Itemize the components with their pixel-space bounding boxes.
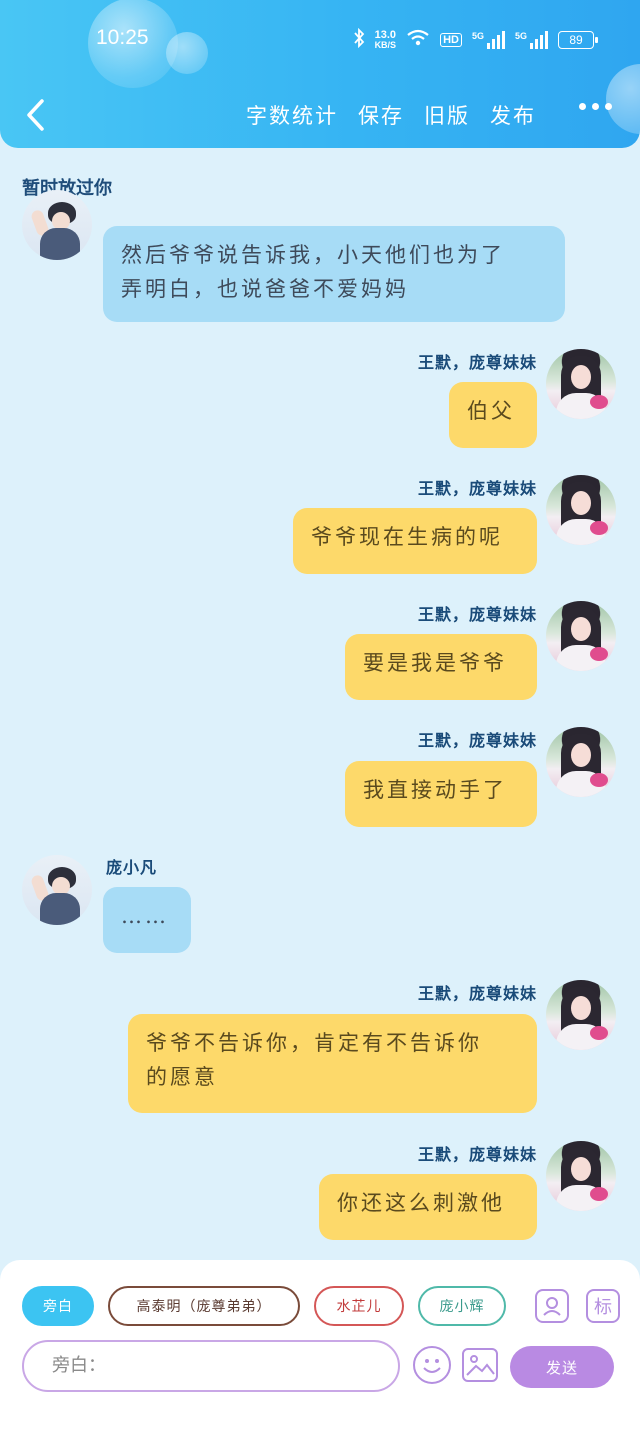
message-bubble[interactable]: 我直接动手了	[345, 761, 537, 827]
battery-icon: 89	[558, 30, 598, 49]
bluetooth-icon	[353, 27, 365, 51]
message-bubble[interactable]: ……	[103, 887, 191, 953]
more-menu-button[interactable]	[579, 103, 612, 110]
net-speed-unit: KB/S	[374, 39, 397, 50]
message-text-line: 你还这么刺激他	[337, 1191, 505, 1215]
publish-button[interactable]: 发布	[490, 100, 536, 130]
tag-button-label: 标	[594, 1297, 612, 1318]
sender-name: 王默，庞尊妹妹	[417, 731, 537, 750]
tag-button[interactable]: 标	[586, 1289, 620, 1323]
net-speed-value: 13.0	[374, 28, 397, 41]
message-text-line: 我直接动手了	[363, 778, 507, 802]
message-bubble[interactable]: 爷爷现在生病的呢	[293, 508, 537, 574]
top-header: 10:25 13.0 KB/S HD 5G 5G 89 字数统计 保存 旧版 发…	[0, 0, 640, 148]
signal-sim1-icon: 5G	[471, 30, 505, 49]
dot-icon	[592, 103, 599, 110]
image-button[interactable]	[462, 1348, 498, 1382]
message-text-line: 的愿意	[146, 1065, 218, 1089]
nav-bar: 字数统计 保存 旧版 发布	[0, 98, 640, 134]
sender-name: 庞小凡	[106, 858, 158, 877]
message-bubble[interactable]: 伯父	[449, 382, 537, 448]
avatar[interactable]	[22, 855, 92, 925]
sender-name: 王默，庞尊妹妹	[417, 479, 537, 498]
sender-name: 王默，庞尊妹妹	[417, 984, 537, 1003]
status-icons: 13.0 KB/S HD 5G 5G 89	[353, 27, 598, 51]
save-button[interactable]: 保存	[358, 100, 404, 130]
send-button[interactable]: 发送	[510, 1346, 614, 1388]
sender-name: 王默，庞尊妹妹	[417, 1145, 537, 1164]
message-text-line: ……	[121, 904, 169, 928]
wifi-icon	[406, 29, 430, 50]
hd-badge: HD	[440, 32, 462, 47]
emoji-button[interactable]	[413, 1346, 451, 1384]
message-bubble[interactable]: 你还这么刺激他	[319, 1174, 537, 1240]
role-chip[interactable]: 水芷儿	[314, 1286, 404, 1326]
chevron-left-icon	[27, 99, 44, 131]
sender-name: 王默，庞尊妹妹	[417, 353, 537, 372]
role-chip-narration[interactable]: 旁白	[22, 1286, 94, 1326]
status-time: 10:25	[96, 26, 149, 49]
avatar[interactable]	[546, 601, 616, 671]
nav-actions: 字数统计 保存 旧版 发布	[246, 100, 536, 130]
role-chips: 旁白 高泰明（庞尊弟弟） 水芷儿 庞小辉	[22, 1286, 506, 1326]
avatar[interactable]	[546, 980, 616, 1050]
message-text-line: 爷爷不告诉你，肯定有不告诉你	[146, 1031, 482, 1055]
message-text-line: 然后爷爷说告诉我，小天他们也为了	[121, 243, 505, 267]
dot-icon	[579, 103, 586, 110]
status-bar: 10:25 13.0 KB/S HD 5G 5G 89	[0, 26, 640, 58]
word-count-button[interactable]: 字数统计	[246, 100, 338, 130]
composer-panel: 旁白 高泰明（庞尊弟弟） 水芷儿 庞小辉 标 旁白： 发送	[0, 1260, 640, 1429]
message-bubble[interactable]: 爷爷不告诉你，肯定有不告诉你 的愿意	[128, 1014, 537, 1113]
message-text-line: 要是我是爷爷	[363, 651, 507, 675]
old-version-button[interactable]: 旧版	[424, 100, 470, 130]
net-speed: 13.0 KB/S	[374, 28, 397, 50]
sim1-label: 5G	[471, 30, 484, 41]
smiley-icon	[423, 1359, 441, 1373]
message-text-line: 爷爷现在生病的呢	[311, 525, 503, 549]
dot-icon	[605, 103, 612, 110]
add-character-button[interactable]	[535, 1289, 569, 1323]
sim2-label: 5G	[514, 30, 527, 41]
image-icon	[466, 1355, 495, 1376]
message-bubble[interactable]: 然后爷爷说告诉我，小天他们也为了 弄明白，也说爸爸不爱妈妈	[103, 226, 565, 322]
sender-name: 王默，庞尊妹妹	[417, 605, 537, 624]
message-text-line: 弄明白，也说爸爸不爱妈妈	[121, 277, 409, 301]
avatar[interactable]	[546, 727, 616, 797]
avatar[interactable]	[546, 475, 616, 545]
role-chip[interactable]: 庞小辉	[418, 1286, 506, 1326]
person-icon	[543, 1297, 561, 1316]
message-input[interactable]: 旁白：	[22, 1340, 400, 1392]
role-chip[interactable]: 高泰明（庞尊弟弟）	[108, 1286, 300, 1326]
avatar[interactable]	[546, 1141, 616, 1211]
message-text-line: 伯父	[467, 399, 515, 423]
back-button[interactable]	[22, 98, 52, 132]
message-bubble[interactable]: 要是我是爷爷	[345, 634, 537, 700]
avatar[interactable]	[22, 190, 92, 260]
avatar[interactable]	[546, 349, 616, 419]
battery-level: 89	[569, 32, 583, 47]
signal-sim2-icon: 5G	[514, 30, 548, 49]
